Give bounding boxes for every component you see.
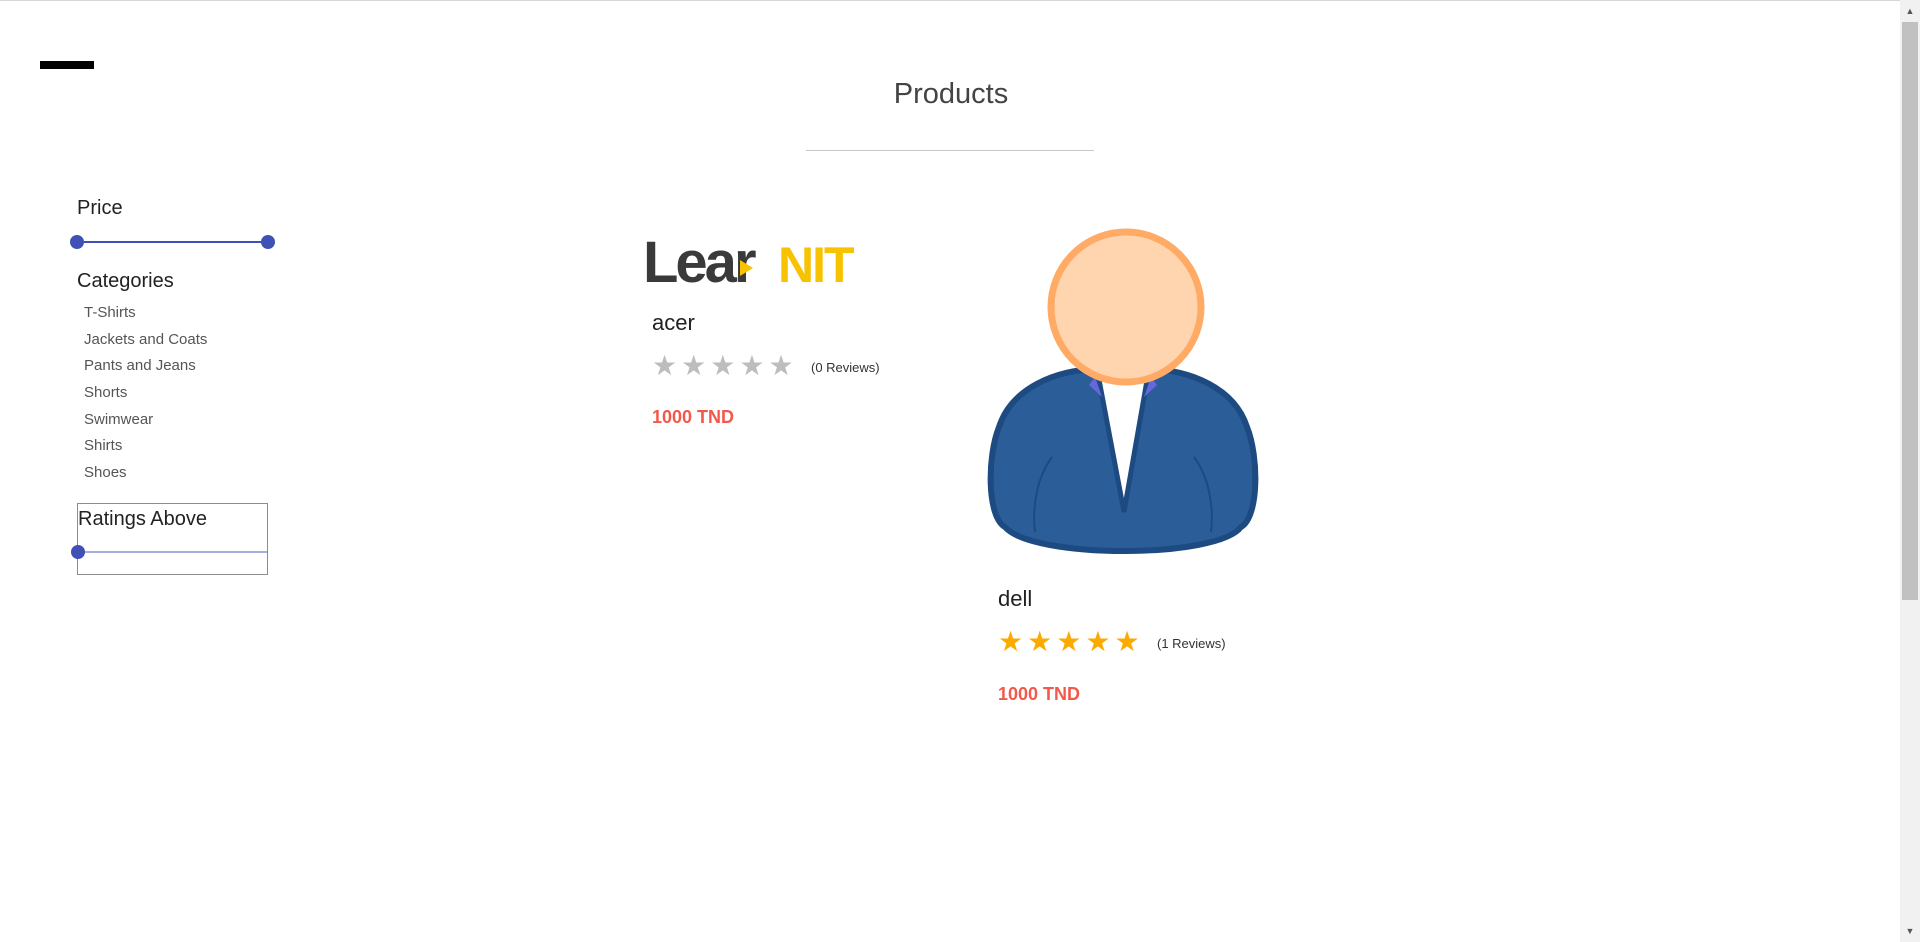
- category-item-shoes[interactable]: Shoes: [84, 464, 207, 491]
- logo-text-right: NIT: [778, 237, 854, 292]
- categories-label: Categories: [77, 270, 174, 292]
- menu-icon[interactable]: [40, 61, 94, 69]
- review-count: (1 Reviews): [1157, 636, 1226, 651]
- price-slider-track[interactable]: [77, 241, 268, 243]
- ratings-slider-track[interactable]: [78, 551, 267, 553]
- category-item-t-shirts[interactable]: T-Shirts: [84, 304, 207, 331]
- title-divider: [806, 150, 1094, 151]
- rating-stars: ★ ★ ★ ★ ★: [998, 628, 1140, 656]
- scroll-down-arrow-icon[interactable]: ▼: [1900, 924, 1920, 938]
- page-title: Products: [893, 78, 1009, 110]
- star-empty-icon: ★: [768, 350, 794, 381]
- logo-text-left: Lear: [643, 232, 756, 292]
- scroll-up-arrow-icon[interactable]: ▲: [1900, 4, 1920, 18]
- product-card[interactable]: Lear NIT acer ★ ★ ★ ★ ★ (0 Reviews) 1000…: [640, 225, 920, 435]
- learnit-logo-image: Lear NIT: [643, 232, 856, 292]
- product-name: dell: [998, 586, 1033, 611]
- product-price: 1000 TND: [998, 684, 1081, 704]
- price-filter-label: Price: [77, 197, 123, 219]
- vertical-scrollbar[interactable]: ▲ ▼: [1900, 0, 1920, 942]
- category-item-jackets-and-coats[interactable]: Jackets and Coats: [84, 331, 207, 358]
- category-item-swimwear[interactable]: Swimwear: [84, 411, 207, 438]
- product-card[interactable]: dell ★ ★ ★ ★ ★ (1 Reviews) 1000 TND: [985, 225, 1265, 710]
- ratings-slider-thumb[interactable]: [71, 545, 85, 559]
- review-count: (0 Reviews): [811, 360, 880, 375]
- star-empty-icon: ★: [652, 350, 678, 381]
- scrollbar-thumb[interactable]: [1902, 22, 1918, 600]
- star-filled-icon: ★: [1085, 626, 1111, 657]
- star-filled-icon: ★: [1114, 626, 1140, 657]
- star-filled-icon: ★: [998, 626, 1024, 657]
- category-item-shorts[interactable]: Shorts: [84, 384, 207, 411]
- ratings-filter-label: Ratings Above: [78, 508, 207, 530]
- ratings-filter: Ratings Above: [71, 503, 268, 575]
- top-border: [0, 0, 1900, 1]
- star-empty-icon: ★: [681, 350, 707, 381]
- product-price: 1000 TND: [652, 407, 735, 427]
- category-list: T-Shirts Jackets and Coats Pants and Jea…: [84, 304, 207, 491]
- category-item-pants-and-jeans[interactable]: Pants and Jeans: [84, 357, 207, 384]
- star-empty-icon: ★: [739, 350, 765, 381]
- star-filled-icon: ★: [1027, 626, 1053, 657]
- product-name: acer: [652, 310, 695, 335]
- star-empty-icon: ★: [710, 350, 736, 381]
- rating-stars: ★ ★ ★ ★ ★: [652, 352, 794, 380]
- star-filled-icon: ★: [1056, 626, 1082, 657]
- user-avatar-icon: [987, 228, 1259, 554]
- category-item-shirts[interactable]: Shirts: [84, 437, 207, 464]
- price-slider-max-thumb[interactable]: [261, 235, 275, 249]
- price-slider-min-thumb[interactable]: [70, 235, 84, 249]
